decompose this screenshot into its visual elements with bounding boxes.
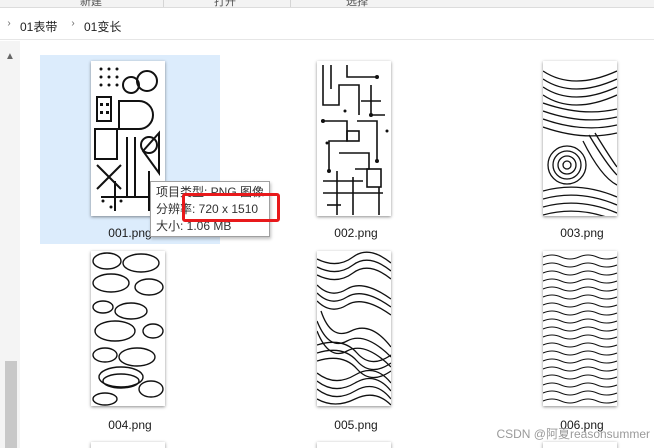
ribbon-divider [290,0,291,7]
file-name: 002.png [334,226,378,240]
file-name: 004.png [108,418,152,432]
chevron-right-icon[interactable]: › [4,18,14,30]
thumbnail-image [317,251,391,406]
file-tile[interactable]: 003.png [492,55,654,244]
pattern-waves [543,254,617,404]
thumbnail-image-partial[interactable] [543,442,617,448]
file-tile[interactable]: 002.png [266,55,446,244]
file-name: 005.png [334,418,378,432]
thumbnail-image [91,251,165,406]
pattern-contour [543,70,617,216]
new-button[interactable]: 新建 [80,0,102,7]
ribbon-toolbar: 新建 打开 选择 [0,0,654,8]
vertical-scrollbar[interactable]: ▲ [0,41,20,448]
thumbnail-image [543,251,617,406]
watermark: CSDN @阿夏reasonsummer [496,427,650,441]
thumbnail-image-partial[interactable] [317,442,391,448]
file-view[interactable]: ▲ 001.png 002.png 003.png 004.png 005.pn… [0,41,654,448]
breadcrumb-item-watch-band[interactable]: 01表带 [20,18,57,35]
select-button[interactable]: 选择 [346,0,368,7]
file-name: 003.png [560,226,604,240]
address-bar[interactable]: › 01表带 › 01变长 [0,8,654,40]
breadcrumb-item-lengthen[interactable]: 01变长 [84,18,121,35]
scroll-thumb[interactable] [5,361,17,448]
pattern-ovals [92,252,164,406]
thumbnail-image-partial[interactable] [91,442,165,448]
ribbon-divider [163,0,164,7]
resolution-highlight-annotation [182,193,280,222]
thumbnail-image [317,61,391,216]
pattern-circuit [321,65,389,215]
scroll-up-arrow-icon[interactable]: ▲ [5,51,15,62]
file-tile[interactable]: 005.png [266,243,446,432]
file-tile[interactable]: 004.png [40,243,220,432]
pattern-maze-lines [317,251,391,406]
file-tile[interactable]: 006.png [492,243,654,432]
chevron-right-icon[interactable]: › [68,18,78,30]
open-button[interactable]: 打开 [214,0,236,7]
thumbnail-image [543,61,617,216]
